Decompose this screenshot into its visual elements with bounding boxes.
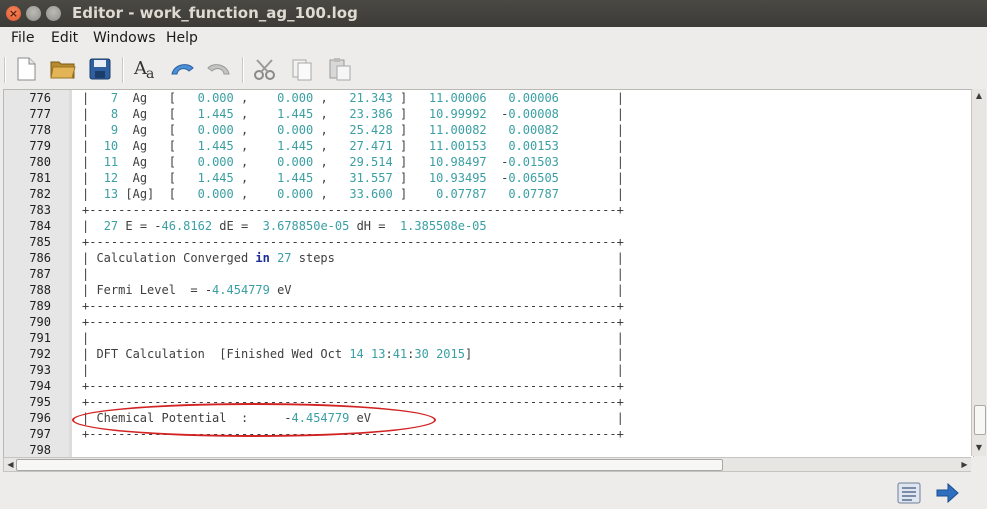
red-highlight-ellipse [72,403,436,437]
toolbar: Aa [0,51,987,89]
line-number: 784 [29,219,51,233]
code-line[interactable]: +---------------------------------------… [82,234,624,250]
menu-bar: File Edit Windows Help [0,27,987,51]
scroll-down-icon[interactable]: ▼ [972,441,986,455]
code-line[interactable]: | 27 E = -46.8162 dE = 3.678850e-05 dH =… [82,218,624,234]
line-number: 788 [29,283,51,297]
horizontal-scroll-thumb[interactable] [16,459,723,471]
line-number: 796 [29,411,51,425]
undo-icon[interactable] [168,55,196,83]
line-number: 795 [29,395,51,409]
line-number: 793 [29,363,51,377]
code-line[interactable]: | | [82,362,624,378]
line-number: 794 [29,379,51,393]
line-number: 779 [29,139,51,153]
code-line[interactable]: | 11 Ag [ 0.000 , 0.000 , 29.514 ] 10.98… [82,154,624,170]
line-number: 780 [29,155,51,169]
minimize-window-button[interactable] [26,6,41,21]
code-line[interactable]: | DFT Calculation [Finished Wed Oct 14 1… [82,346,624,362]
line-number: 797 [29,427,51,441]
scroll-right-icon[interactable]: ▶ [958,458,971,471]
line-number: 778 [29,123,51,137]
line-number: 782 [29,187,51,201]
line-number: 787 [29,267,51,281]
line-number: 777 [29,107,51,121]
paste-icon[interactable] [326,55,354,83]
redo-icon[interactable] [205,55,233,83]
menu-file[interactable]: File [11,30,34,46]
line-number-gutter: 776 777 778 779 780 781 782 783 784 785 786 787 788 7… [4,90,69,457]
line-number: 798 [29,443,51,457]
code-line[interactable]: | 13 [Ag] [ 0.000 , 0.000 , 33.600 ] 0.0… [82,186,624,202]
code-line[interactable]: | 9 Ag [ 0.000 , 0.000 , 25.428 ] 11.000… [82,122,624,138]
fold-margin [69,90,72,457]
new-file-icon[interactable] [12,55,40,83]
copy-icon[interactable] [288,55,316,83]
cut-icon[interactable] [251,55,279,83]
line-number: 790 [29,315,51,329]
scroll-corner [971,457,986,472]
code-line[interactable]: | | [82,330,624,346]
code-line[interactable]: | 10 Ag [ 1.445 , 1.445 , 27.471 ] 11.00… [82,138,624,154]
code-line[interactable]: | 12 Ag [ 1.445 , 1.445 , 31.557 ] 10.93… [82,170,624,186]
line-number: 792 [29,347,51,361]
line-number: 781 [29,171,51,185]
svg-text:a: a [146,66,154,81]
horizontal-scrollbar[interactable]: ◀ ▶ [3,457,973,472]
code-line[interactable]: | 8 Ag [ 1.445 , 1.445 , 23.386 ] 10.999… [82,106,624,122]
title-bar: × Editor - work_function_ag_100.log [0,0,987,27]
line-number: 776 [29,91,51,105]
window-title: Editor - work_function_ag_100.log [72,4,358,22]
line-number: 783 [29,203,51,217]
code-line[interactable] [82,442,624,457]
code-line[interactable]: +---------------------------------------… [82,202,624,218]
line-number: 791 [29,331,51,345]
toolbar-grip [4,57,6,83]
scroll-up-icon[interactable]: ▲ [972,89,986,103]
maximize-window-button[interactable] [46,6,61,21]
open-folder-icon[interactable] [49,55,77,83]
vertical-scroll-thumb[interactable] [974,405,986,435]
code-lines[interactable]: | 7 Ag [ 0.000 , 0.000 , 21.343 ] 11.000… [82,90,624,457]
code-line[interactable]: | | [82,266,624,282]
line-number: 789 [29,299,51,313]
menu-edit[interactable]: Edit [51,30,78,46]
save-icon[interactable] [86,55,114,83]
code-line[interactable]: | 7 Ag [ 0.000 , 0.000 , 21.343 ] 11.000… [82,90,624,106]
toolbar-separator [122,57,124,83]
menu-windows[interactable]: Windows [93,30,156,46]
code-line[interactable]: | Calculation Converged in 27 steps | [82,250,624,266]
code-line[interactable]: +---------------------------------------… [82,298,624,314]
code-line[interactable]: +---------------------------------------… [82,314,624,330]
vertical-scrollbar[interactable]: ▲ ▼ [971,89,986,456]
document-list-icon[interactable] [897,482,921,504]
code-line[interactable]: | Fermi Level = -4.454779 eV | [82,282,624,298]
font-icon[interactable]: Aa [132,55,160,83]
code-line[interactable]: +---------------------------------------… [82,378,624,394]
menu-help[interactable]: Help [166,30,198,46]
line-number: 786 [29,251,51,265]
line-numbers: 776 777 778 779 780 781 782 783 784 785 786 787 788 7… [4,90,51,457]
toolbar-separator [242,57,244,83]
close-window-button[interactable]: × [6,6,21,21]
text-editor[interactable]: 776 777 778 779 780 781 782 783 784 785 786 787 788 7… [3,89,974,458]
forward-arrow-icon[interactable] [935,482,959,504]
line-number: 785 [29,235,51,249]
